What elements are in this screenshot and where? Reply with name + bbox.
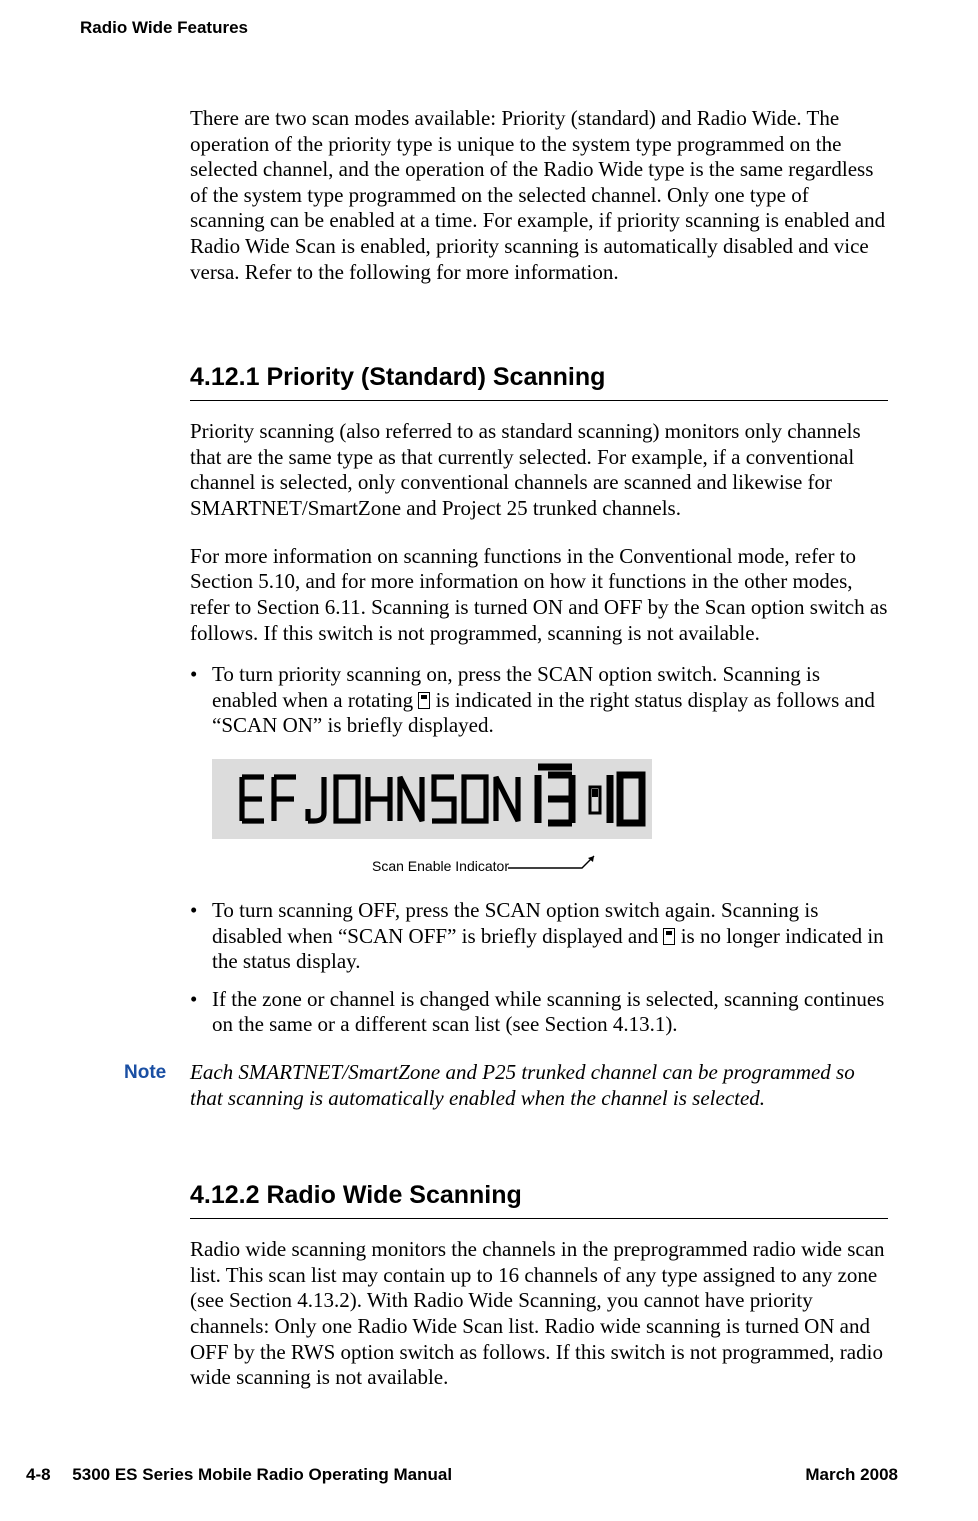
arrow-up-icon (508, 850, 608, 878)
footer-left: 4-8 5300 ES Series Mobile Radio Operatin… (26, 1465, 452, 1485)
list-item: If the zone or channel is changed while … (190, 987, 888, 1038)
rotating-scan-icon (418, 692, 430, 709)
list-item: To turn priority scanning on, press the … (190, 662, 888, 739)
lcd-figure (212, 759, 898, 844)
section-rule (190, 1218, 888, 1219)
rotating-scan-icon (663, 928, 675, 945)
s4121-paragraph-2: For more information on scanning functio… (190, 544, 888, 646)
note-label: Note (124, 1060, 190, 1111)
note-text: Each SMARTNET/SmartZone and P25 trunked … (190, 1060, 888, 1111)
s4121-bullet-list-2: To turn scanning OFF, press the SCAN opt… (190, 898, 888, 1038)
page-footer: 4-8 5300 ES Series Mobile Radio Operatin… (26, 1465, 898, 1485)
figure-caption-row: Scan Enable Indicator (212, 850, 898, 880)
footer-right: March 2008 (805, 1465, 898, 1485)
lcd-display (212, 759, 652, 839)
section-rule (190, 400, 888, 401)
section-4-12-1-heading: 4.12.1 Priority (Standard) Scanning (190, 285, 898, 400)
figure-caption: Scan Enable Indicator (372, 858, 509, 874)
intro-paragraph: There are two scan modes available: Prio… (190, 106, 888, 285)
list-item: To turn scanning OFF, press the SCAN opt… (190, 898, 888, 975)
note-block: Note Each SMARTNET/SmartZone and P25 tru… (124, 1060, 888, 1111)
running-header: Radio Wide Features (80, 0, 898, 38)
s4121-bullet-list: To turn priority scanning on, press the … (190, 662, 888, 739)
s4121-paragraph-1: Priority scanning (also referred to as s… (190, 419, 888, 521)
s4122-paragraph-1: Radio wide scanning monitors the channel… (190, 1237, 888, 1391)
section-4-12-2-heading: 4.12.2 Radio Wide Scanning (190, 1111, 898, 1218)
bullet-3-text: If the zone or channel is changed while … (212, 987, 884, 1037)
